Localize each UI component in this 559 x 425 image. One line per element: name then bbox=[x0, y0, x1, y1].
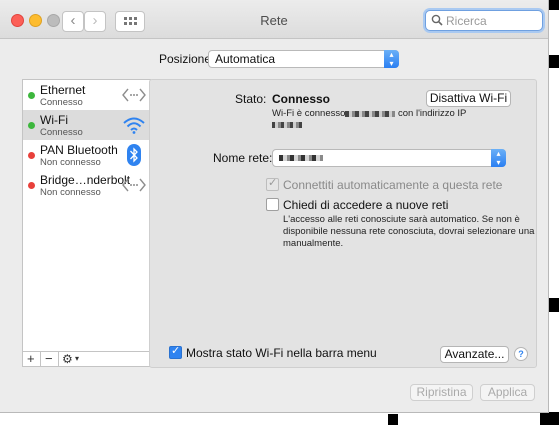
background-block bbox=[548, 298, 559, 312]
status-detail-prefix: Wi-Fi è connesso a bbox=[272, 108, 354, 119]
show-wifi-status-label: Mostra stato Wi-Fi nella barra menu bbox=[186, 346, 377, 360]
chevron-down-icon[interactable]: ▾ bbox=[75, 354, 79, 363]
service-status: Connesso bbox=[40, 97, 83, 108]
service-list-toolbar: + − ⚙ ▾ bbox=[22, 351, 151, 367]
add-service-button[interactable]: + bbox=[27, 351, 35, 366]
status-dot bbox=[28, 152, 35, 159]
location-value: Automatica bbox=[215, 52, 276, 66]
ethernet-arrows-icon bbox=[122, 88, 146, 102]
disable-wifi-button[interactable]: Disattiva Wi-Fi bbox=[426, 90, 511, 107]
auto-join-label: Connettiti automaticamente a questa rete bbox=[283, 178, 503, 192]
advanced-button[interactable]: Avanzate... bbox=[440, 346, 509, 363]
service-status: Non connesso bbox=[40, 187, 101, 198]
location-label: Posizione: bbox=[159, 52, 215, 66]
gear-icon[interactable]: ⚙ bbox=[62, 352, 73, 366]
service-name: PAN Bluetooth bbox=[40, 143, 118, 157]
help-button[interactable]: ? bbox=[514, 347, 528, 361]
ask-join-help-line1: L'accesso alle reti conosciute sarà auto… bbox=[283, 214, 520, 225]
service-item-wifi[interactable]: Wi-Fi Connesso bbox=[23, 110, 150, 140]
apply-button[interactable]: Applica bbox=[480, 384, 535, 401]
search-icon bbox=[431, 14, 443, 26]
service-item-thunderbolt-bridge[interactable]: Bridge…nderbolt Non connesso bbox=[23, 170, 150, 200]
show-wifi-status-checkbox[interactable]: ✓ bbox=[169, 345, 182, 359]
service-name: Wi-Fi bbox=[40, 113, 68, 127]
status-value: Connesso bbox=[272, 92, 331, 106]
content-area: Posizione: Automatica ▴ ▾ Ethernet Connes… bbox=[6, 39, 541, 408]
background-block bbox=[548, 55, 559, 68]
status-dot bbox=[28, 92, 35, 99]
details-panel: Stato: Connesso Disattiva Wi-Fi Wi-Fi è … bbox=[149, 79, 537, 368]
status-dot bbox=[28, 122, 35, 129]
ask-join-label: Chiedi di accedere a nuove reti bbox=[283, 198, 449, 212]
service-item-ethernet[interactable]: Ethernet Connesso bbox=[23, 80, 150, 110]
chevron-updown-icon: ▴ ▾ bbox=[491, 149, 506, 167]
title-bar: ‹ › Rete Ricerca bbox=[0, 0, 548, 39]
service-status: Connesso bbox=[40, 127, 83, 138]
service-status: Non connesso bbox=[40, 157, 101, 168]
ask-join-help-line2: disponibile nessuna rete conosciuta, dov… bbox=[283, 226, 535, 237]
service-list: Ethernet Connesso Wi-Fi Connesso PAN Blu… bbox=[22, 79, 151, 353]
divider bbox=[58, 352, 59, 366]
auto-join-checkbox[interactable]: ✓ bbox=[266, 177, 279, 191]
status-dot bbox=[28, 182, 35, 189]
ask-join-checkbox[interactable] bbox=[266, 198, 279, 211]
background-block bbox=[388, 414, 398, 425]
status-detail-middle: con l'indirizzo IP bbox=[398, 108, 467, 119]
network-name-label: Nome rete: bbox=[213, 151, 273, 165]
service-item-pan-bluetooth[interactable]: PAN Bluetooth Non connesso bbox=[23, 140, 150, 170]
background-block bbox=[540, 412, 559, 425]
wifi-icon bbox=[123, 117, 145, 134]
network-name-popup[interactable]: ▴ ▾ bbox=[272, 149, 506, 167]
redacted-ip-address bbox=[272, 122, 302, 128]
status-label: Stato: bbox=[235, 92, 267, 106]
redacted-network-name bbox=[345, 111, 395, 117]
ask-join-help-line3: manualmente. bbox=[283, 238, 344, 249]
bridge-arrows-icon bbox=[122, 178, 146, 192]
chevron-updown-icon: ▴ ▾ bbox=[384, 50, 399, 68]
revert-button[interactable]: Ripristina bbox=[410, 384, 473, 401]
search-input[interactable]: Ricerca bbox=[425, 10, 543, 31]
background-block bbox=[548, 0, 559, 10]
search-placeholder: Ricerca bbox=[446, 14, 487, 28]
location-popup[interactable]: Automatica ▴ ▾ bbox=[208, 50, 399, 68]
remove-service-button[interactable]: − bbox=[45, 351, 53, 366]
redacted-network-selection bbox=[279, 155, 323, 161]
service-name: Ethernet bbox=[40, 83, 86, 97]
bluetooth-icon bbox=[127, 144, 141, 166]
network-preferences-window: ‹ › Rete Ricerca Posizione: Automatica ▴… bbox=[0, 0, 549, 413]
divider bbox=[40, 352, 41, 366]
service-name: Bridge…nderbolt bbox=[40, 173, 131, 187]
